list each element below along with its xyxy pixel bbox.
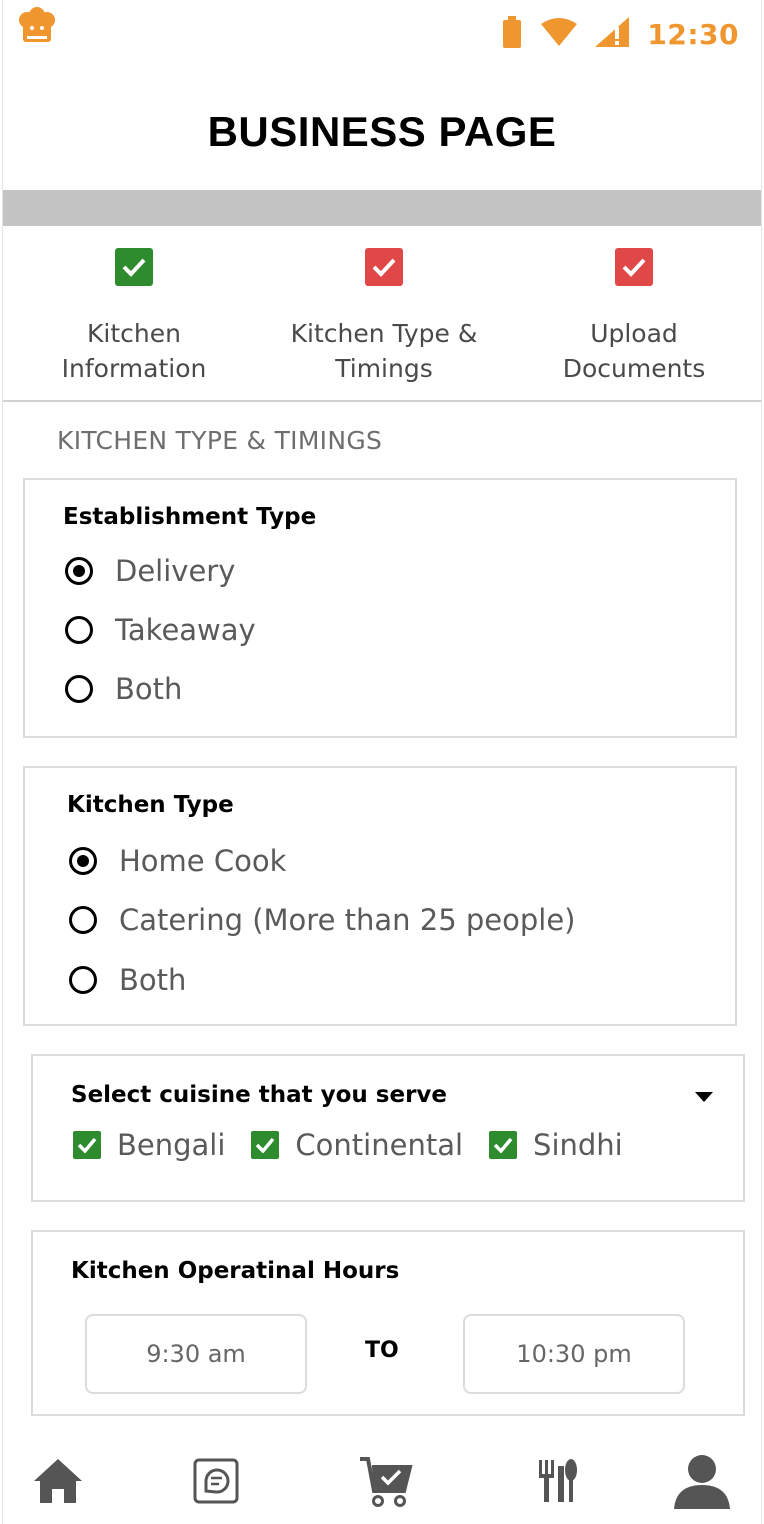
step-label-line1: Kitchen: [87, 319, 181, 348]
checkbox-checked-icon[interactable]: [251, 1131, 280, 1159]
section-heading: KITCHEN TYPE & TIMINGS: [57, 426, 383, 455]
radio-unselected-icon: [69, 966, 97, 994]
radio-label: Delivery: [115, 554, 236, 588]
radio-label: Both: [119, 963, 187, 997]
opening-time-field[interactable]: 9:30 am: [85, 1314, 307, 1394]
step-label-line2: Documents: [562, 354, 706, 383]
radio-option-home-cook[interactable]: Home Cook: [69, 844, 286, 878]
step-upload-documents[interactable]: Upload Documents: [509, 248, 759, 386]
radio-option-delivery[interactable]: Delivery: [65, 554, 235, 588]
operating-hours-card: Kitchen Operatinal Hours 9:30 am TO 10:3…: [31, 1230, 745, 1416]
radio-label: Takeaway: [115, 613, 256, 647]
radio-option-catering[interactable]: Catering (More than 25 people): [69, 903, 576, 937]
card-title: Establishment Type: [63, 504, 317, 530]
step-kitchen-type-timings[interactable]: Kitchen Type & Timings: [259, 248, 509, 386]
status-time: 12:30: [647, 17, 739, 51]
radio-unselected-icon: [69, 906, 97, 934]
kitchen-type-card: Kitchen Type Home Cook Catering (More th…: [23, 766, 737, 1026]
card-title: Kitchen Operatinal Hours: [71, 1258, 400, 1284]
dropdown-arrow-icon[interactable]: [695, 1092, 713, 1102]
cuisine-label: Continental: [295, 1128, 464, 1162]
checkbox-checked-icon: [115, 248, 153, 286]
chef-logo-icon: [13, 6, 57, 46]
checkbox-checked-icon: [615, 248, 653, 286]
step-indicator: Kitchen Information Kitchen Type & Timin…: [3, 226, 761, 402]
radio-unselected-icon: [65, 675, 93, 703]
profile-icon[interactable]: [667, 1446, 737, 1516]
fork-knife-icon[interactable]: [521, 1446, 591, 1516]
progress-band: [3, 190, 761, 226]
radio-option-both[interactable]: Both: [69, 963, 186, 997]
cell-signal-icon: [595, 17, 630, 51]
checkbox-checked-icon[interactable]: [73, 1131, 101, 1159]
step-label-line1: Kitchen Type &: [290, 319, 478, 348]
home-icon[interactable]: [23, 1446, 93, 1516]
page-title: BUSINESS PAGE: [207, 108, 557, 155]
selected-cuisines: Bengali Continental Sindhi: [73, 1128, 649, 1162]
radio-selected-icon: [69, 847, 97, 875]
cuisine-label: Bengali: [117, 1128, 226, 1162]
card-title: Select cuisine that you serve: [71, 1082, 448, 1108]
closing-time-field[interactable]: 10:30 pm: [463, 1314, 685, 1394]
wifi-icon: [541, 18, 578, 50]
step-label-line2: Timings: [335, 354, 433, 383]
checkbox-checked-icon[interactable]: [489, 1131, 518, 1159]
bottom-navigation: [3, 1440, 761, 1524]
status-bar: 12:30: [501, 14, 739, 54]
checkbox-checked-icon: [365, 248, 403, 286]
cuisine-select-card[interactable]: Select cuisine that you serve Bengali Co…: [31, 1054, 745, 1202]
card-title: Kitchen Type: [67, 792, 234, 818]
time-separator: TO: [365, 1338, 399, 1363]
establishment-type-card: Establishment Type Delivery Takeaway Bot…: [23, 478, 737, 738]
radio-unselected-icon: [65, 616, 93, 644]
radio-option-takeaway[interactable]: Takeaway: [65, 613, 256, 647]
battery-icon: [501, 16, 523, 52]
radio-label: Both: [115, 672, 183, 706]
chat-icon[interactable]: [181, 1446, 251, 1516]
radio-option-both[interactable]: Both: [65, 672, 182, 706]
step-label-line2: Information: [61, 354, 207, 383]
step-label-line1: Upload: [590, 319, 678, 348]
step-kitchen-information[interactable]: Kitchen Information: [9, 248, 259, 386]
radio-label: Home Cook: [119, 844, 287, 878]
cuisine-label: Sindhi: [533, 1128, 623, 1162]
radio-label: Catering (More than 25 people): [119, 903, 576, 937]
radio-selected-icon: [65, 557, 93, 585]
cart-check-icon[interactable]: [351, 1446, 421, 1516]
app-screen: 12:30 BUSINESS PAGE Kitchen Information …: [2, 0, 762, 1524]
